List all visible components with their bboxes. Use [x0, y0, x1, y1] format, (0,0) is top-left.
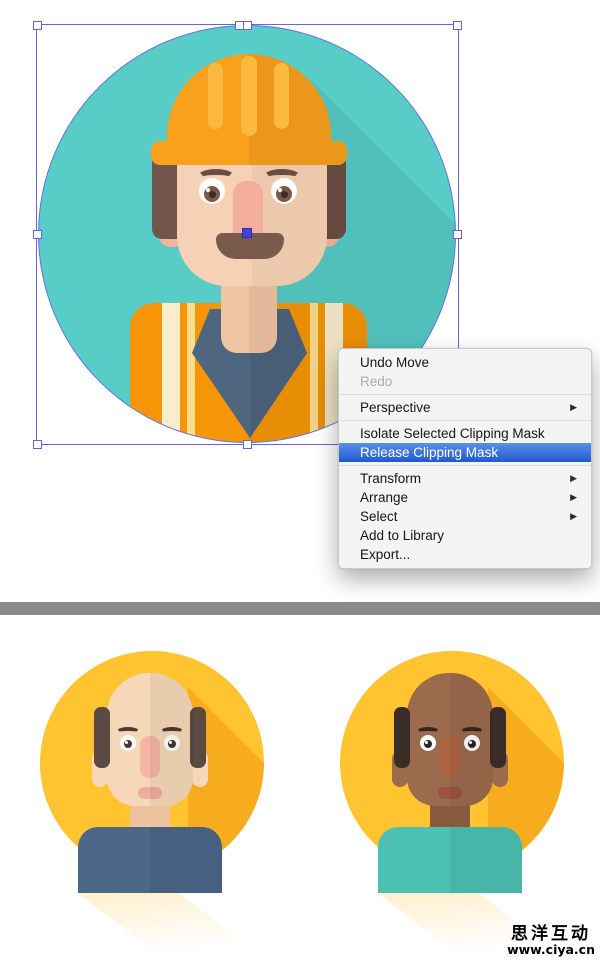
menu-item-label: Isolate Selected Clipping Mask [360, 426, 545, 441]
selection-handle[interactable] [453, 230, 462, 239]
eye-highlight [125, 741, 128, 744]
menu-item-add-to-library[interactable]: Add to Library [339, 526, 591, 545]
face-shading [450, 673, 493, 806]
menu-item-label: Undo Move [360, 355, 430, 370]
menu-item-undo-move[interactable]: Undo Move [339, 353, 591, 372]
selection-handle[interactable] [453, 21, 462, 30]
menu-item-release-clipping-mask[interactable]: Release Clipping Mask [339, 443, 591, 462]
menu-separator [339, 420, 591, 421]
selection-handle[interactable] [243, 21, 252, 30]
submenu-arrow-icon: ▶ [570, 492, 577, 502]
eye-highlight [425, 741, 428, 744]
menu-item-label: Release Clipping Mask [360, 445, 499, 460]
watermark: 思洋互动 www.ciya.cn [507, 925, 595, 956]
menu-item-select[interactable]: Select ▶ [339, 507, 591, 526]
pupil [124, 740, 132, 748]
eye-left [420, 735, 436, 751]
menu-item-export[interactable]: Export... [339, 545, 591, 564]
menu-separator [339, 394, 591, 395]
selection-handle[interactable] [33, 440, 42, 449]
menu-item-label: Arrange [360, 490, 409, 505]
selection-handle[interactable] [33, 230, 42, 239]
menu-item-label: Redo [360, 374, 393, 389]
menu-separator [339, 465, 591, 466]
menu-item-label: Transform [360, 471, 422, 486]
menu-item-label: Select [360, 509, 398, 524]
pupil [424, 740, 432, 748]
submenu-arrow-icon: ▶ [570, 402, 577, 412]
watermark-brand-text: 思洋互动 [511, 924, 592, 944]
eye-left [120, 735, 136, 751]
shirt-shading [450, 827, 522, 893]
selection-handle[interactable] [243, 440, 252, 449]
submenu-arrow-icon: ▶ [570, 473, 577, 483]
divider-bar [0, 602, 600, 615]
menu-item-arrange[interactable]: Arrange ▶ [339, 488, 591, 507]
bald-man-light-skin-avatar [40, 651, 264, 962]
shirt-shading [150, 827, 222, 893]
menu-item-isolate-selected-clipping-mask[interactable]: Isolate Selected Clipping Mask [339, 424, 591, 443]
context-menu: Undo Move Redo Perspective ▶ Isolate Sel… [338, 348, 592, 569]
submenu-arrow-icon: ▶ [570, 511, 577, 521]
menu-item-redo: Redo [339, 372, 591, 391]
menu-item-label: Export... [360, 547, 411, 562]
hair-left [394, 707, 410, 768]
bald-man-dark-skin-avatar [340, 651, 564, 962]
face-shading [150, 673, 193, 806]
selection-center-anchor[interactable] [242, 228, 252, 238]
illustrator-canvas: Undo Move Redo Perspective ▶ Isolate Sel… [0, 0, 600, 962]
hair-left [94, 707, 110, 768]
menu-item-label: Add to Library [360, 528, 445, 543]
path-anchor-point[interactable] [235, 21, 244, 30]
selection-handle[interactable] [33, 21, 42, 30]
menu-item-transform[interactable]: Transform ▶ [339, 469, 591, 488]
menu-item-label: Perspective [360, 400, 431, 415]
menu-item-perspective[interactable]: Perspective ▶ [339, 398, 591, 417]
watermark-url-text: www.ciya.cn [507, 942, 595, 957]
